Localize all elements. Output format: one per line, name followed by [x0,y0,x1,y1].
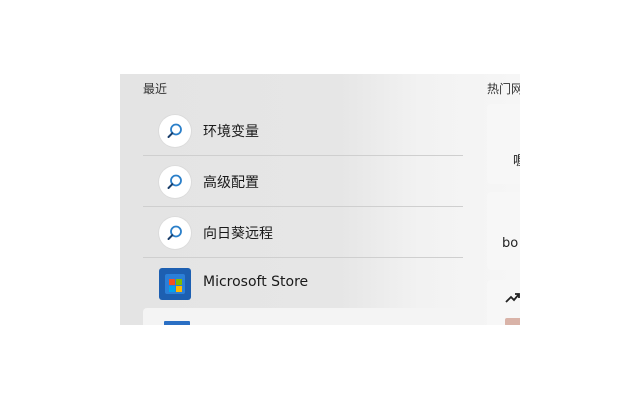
trending-section-title: 热门网 [487,82,520,96]
recent-item-microsoft-store[interactable]: Microsoft Store [143,259,463,309]
recent-item-partial[interactable] [143,308,463,325]
app-icon [164,321,190,325]
microsoft-store-icon [159,268,191,300]
divider [143,257,463,258]
recent-item-advanced-config[interactable]: 高级配置 [143,157,463,207]
recent-item-environment-variables[interactable]: 环境变量 [143,106,463,156]
search-icon [159,217,191,249]
recent-item-label: Microsoft Store [203,274,309,290]
divider [143,206,463,207]
search-icon [159,115,191,147]
search-panel: 最近 热门网 环境变量 高级配置 向日葵远程 Microsoft Store 喔… [120,74,520,325]
trending-up-icon [505,293,520,303]
trending-card[interactable]: 喔 [487,104,520,184]
search-icon [159,166,191,198]
recent-item-label: 向日葵远程 [203,226,273,242]
recent-item-sunflower-remote[interactable]: 向日葵远程 [143,208,463,258]
trending-card-text: 喔 [513,154,520,169]
recent-item-label: 环境变量 [203,124,259,140]
trending-card[interactable] [487,280,520,325]
thumbnail-image [505,318,520,325]
trending-card[interactable]: bo [487,192,520,270]
recent-section-title: 最近 [143,82,168,96]
divider [143,155,463,156]
recent-item-label: 高级配置 [203,175,259,191]
trending-card-text: bo [502,236,519,251]
